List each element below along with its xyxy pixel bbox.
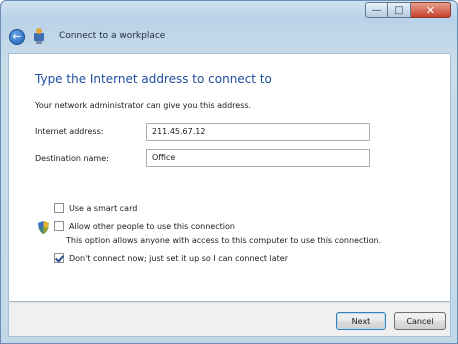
title-bar: — □ ✕ — [1, 1, 457, 21]
destination-name-input[interactable]: Office — [146, 149, 370, 167]
uac-shield-icon — [38, 221, 49, 234]
maximize-button[interactable]: □ — [388, 2, 411, 18]
minimize-icon: — — [371, 4, 382, 16]
dont-connect-option[interactable]: Don't connect now; just set it up so I c… — [54, 253, 288, 263]
wizard-content: Type the Internet address to connect to … — [8, 53, 451, 302]
wizard-window: — □ ✕ ← Connect to a workplace Type the … — [0, 0, 458, 344]
dont-connect-label: Don't connect now; just set it up so I c… — [69, 253, 289, 263]
allow-others-option[interactable]: Allow other people to use this connectio… — [54, 221, 235, 231]
dont-connect-checkbox[interactable] — [54, 253, 64, 263]
allow-others-label: Allow other people to use this connectio… — [69, 221, 235, 231]
allow-others-note: This option allows anyone with access to… — [66, 236, 382, 245]
smart-card-checkbox[interactable] — [54, 203, 64, 213]
internet-address-input[interactable]: 211.45.67.12 — [146, 123, 370, 141]
close-icon: ✕ — [425, 3, 436, 17]
caption-buttons: — □ ✕ — [365, 2, 451, 18]
button-bar: Next Cancel — [8, 302, 451, 337]
network-connection-icon — [34, 28, 44, 44]
internet-address-label: Internet address: — [35, 127, 104, 136]
page-description: Your network administrator can give you … — [35, 101, 252, 110]
smart-card-label: Use a smart card — [69, 203, 138, 213]
wizard-title: Connect to a workplace — [59, 31, 166, 41]
smart-card-option[interactable]: Use a smart card — [54, 203, 137, 213]
back-arrow-icon[interactable]: ← — [9, 29, 25, 45]
destination-name-label: Destination name: — [35, 154, 109, 163]
maximize-icon: □ — [394, 4, 404, 16]
close-button[interactable]: ✕ — [411, 2, 451, 18]
cancel-button[interactable]: Cancel — [394, 312, 446, 330]
next-button[interactable]: Next — [336, 312, 386, 330]
allow-others-checkbox[interactable] — [54, 221, 64, 231]
page-heading: Type the Internet address to connect to — [35, 72, 272, 86]
minimize-button[interactable]: — — [365, 2, 388, 18]
